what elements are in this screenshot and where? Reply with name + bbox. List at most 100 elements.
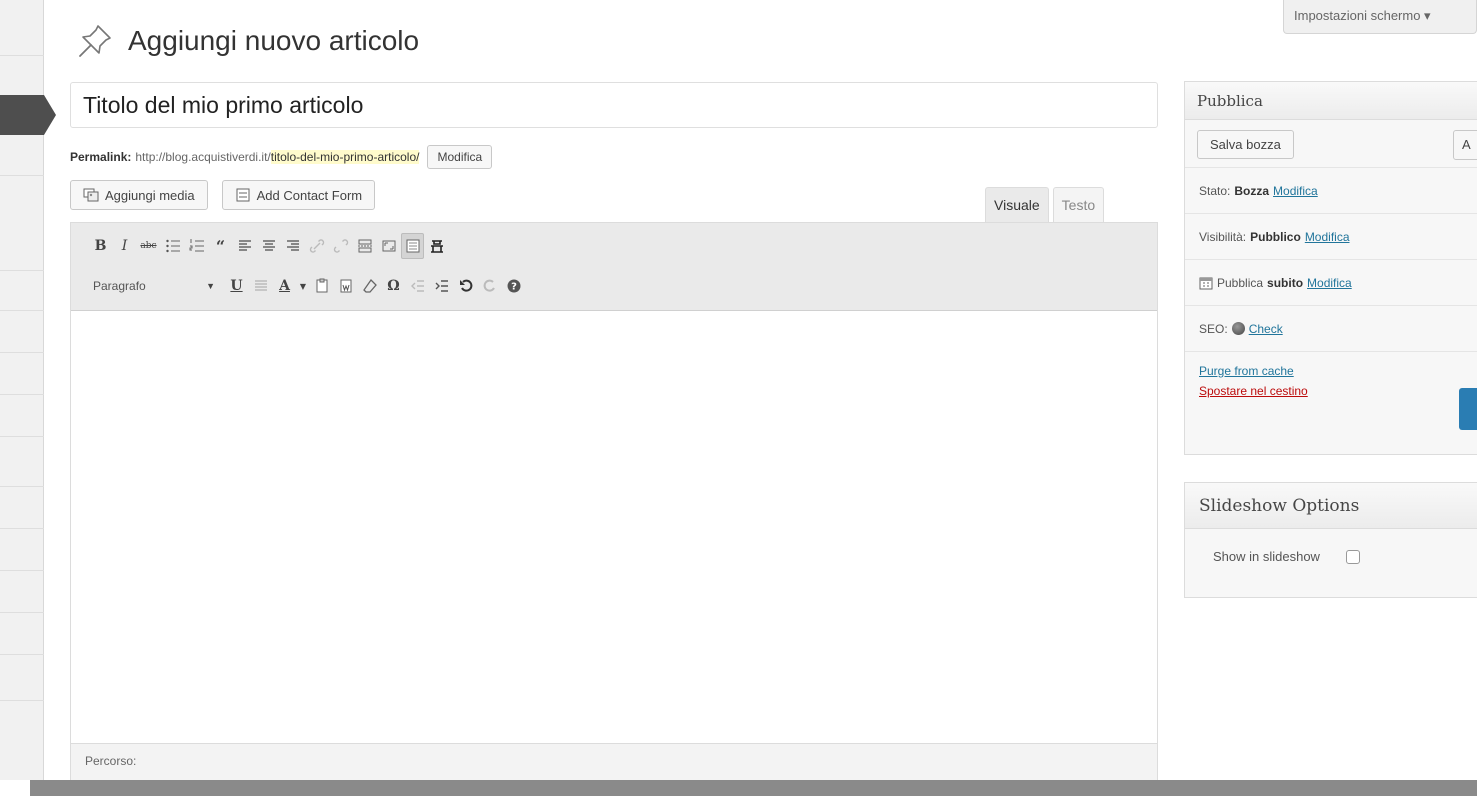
sidebar-divider (0, 55, 44, 56)
visibility-edit-link[interactable]: Modifica (1305, 230, 1350, 244)
sidebar-divider (0, 570, 44, 571)
toolbar-row-1: B I abc “ (89, 233, 449, 259)
publish-date-edit-link[interactable]: Modifica (1307, 276, 1352, 290)
sidebar-divider (0, 654, 44, 655)
publish-date-value: subito (1267, 275, 1304, 290)
paste-word-icon[interactable] (334, 273, 357, 299)
status-edit-link[interactable]: Modifica (1273, 184, 1318, 198)
indent-icon[interactable] (430, 273, 453, 299)
text-color-icon[interactable]: A (273, 273, 296, 299)
chevron-down-icon[interactable]: ▼ (297, 273, 309, 299)
visibility-value: Pubblico (1250, 229, 1301, 244)
post-title-input[interactable]: Titolo del mio primo articolo (70, 82, 1158, 128)
add-media-button[interactable]: Aggiungi media (70, 180, 208, 210)
editor-content-area[interactable] (71, 311, 1157, 743)
editor-tabs: Visuale Testo (985, 187, 1105, 223)
media-icon (83, 188, 99, 202)
redo-icon[interactable] (478, 273, 501, 299)
sidebar-divider (0, 352, 44, 353)
publish-box: Pubblica Salva bozza A Stato: Bozza Modi… (1184, 81, 1477, 455)
publish-date-row: Pubblica subito Modifica (1185, 260, 1477, 306)
preview-button[interactable]: A (1453, 130, 1477, 160)
contact-form-icon[interactable] (425, 233, 448, 259)
status-label: Stato: (1199, 183, 1231, 198)
move-to-trash-link[interactable]: Spostare nel cestino (1199, 384, 1463, 398)
numbered-list-icon[interactable] (185, 233, 208, 259)
slideshow-options-box: Slideshow Options Show in slideshow (1184, 482, 1477, 598)
seo-status-icon (1231, 322, 1245, 335)
kitchen-sink-icon[interactable] (401, 233, 424, 259)
publish-links: Purge from cache Spostare nel cestino (1185, 352, 1477, 442)
clear-formatting-icon[interactable] (358, 273, 381, 299)
media-buttons: Aggiungi media Add Contact Form (70, 180, 376, 210)
show-in-slideshow-row: Show in slideshow (1185, 529, 1477, 584)
sidebar-item-posts[interactable] (0, 95, 44, 135)
form-icon (236, 188, 250, 202)
visibility-row: Visibilità: Pubblico Modifica (1185, 214, 1477, 260)
sidebar-active-arrow (44, 95, 56, 135)
insert-link-icon[interactable] (305, 233, 328, 259)
publish-button[interactable] (1459, 388, 1477, 430)
bold-icon[interactable]: B (89, 233, 112, 259)
status-row: Stato: Bozza Modifica (1185, 168, 1477, 214)
permalink-row: Permalink: http://blog.acquistiverdi.it/… (70, 145, 493, 169)
bottom-bar (30, 780, 1477, 796)
seo-row: SEO: Check (1185, 306, 1477, 352)
pushpin-icon (79, 25, 111, 57)
undo-icon[interactable] (454, 273, 477, 299)
seo-label: SEO: (1199, 321, 1228, 336)
status-value: Bozza (1234, 183, 1270, 198)
publish-date-label: Pubblica (1217, 275, 1264, 290)
seo-check-link[interactable]: Check (1249, 322, 1283, 336)
publish-actions: Salva bozza A (1185, 120, 1477, 168)
align-right-icon[interactable] (281, 233, 304, 259)
format-select[interactable]: Paragrafo ▼ (89, 274, 219, 298)
add-contact-form-label: Add Contact Form (256, 187, 363, 203)
page-header: Aggiungi nuovo articolo (76, 22, 419, 60)
align-center-icon[interactable] (257, 233, 280, 259)
editor-path-bar: Percorso: (71, 743, 1157, 781)
permalink-edit-button[interactable]: Modifica (427, 145, 493, 169)
insert-more-icon[interactable] (353, 233, 376, 259)
permalink-label: Permalink: (70, 150, 132, 164)
tab-visual[interactable]: Visuale (985, 187, 1049, 223)
admin-sidebar (0, 0, 56, 780)
add-media-label: Aggiungi media (105, 187, 195, 203)
sidebar-divider (0, 310, 44, 311)
tab-text[interactable]: Testo (1052, 187, 1105, 223)
paste-text-icon[interactable] (310, 273, 333, 299)
unlink-icon[interactable] (329, 233, 352, 259)
sidebar-divider (0, 612, 44, 613)
underline-icon[interactable]: U (225, 273, 248, 299)
outdent-icon[interactable] (406, 273, 429, 299)
visibility-label: Visibilità: (1199, 229, 1247, 244)
publish-box-title: Pubblica (1185, 82, 1477, 120)
align-left-icon[interactable] (233, 233, 256, 259)
sidebar-divider (0, 528, 44, 529)
toolbar-row-2: Paragrafo ▼ U A ▼ Ω ? (89, 273, 526, 299)
save-draft-button[interactable]: Salva bozza (1197, 130, 1294, 159)
purge-cache-link[interactable]: Purge from cache (1199, 364, 1463, 378)
blockquote-icon[interactable]: “ (209, 233, 232, 259)
screen-options-button[interactable]: Impostazioni schermo ▾ (1283, 0, 1477, 34)
justify-icon[interactable] (249, 273, 272, 299)
show-in-slideshow-checkbox[interactable] (1345, 549, 1360, 564)
calendar-icon (1199, 277, 1213, 289)
strikethrough-icon[interactable]: abc (137, 233, 160, 259)
bullet-list-icon[interactable] (161, 233, 184, 259)
post-editor: B I abc “ Paragrafo ▼ U A ▼ Ω ? Percorso… (70, 222, 1158, 781)
sidebar-divider (0, 394, 44, 395)
help-icon[interactable]: ? (502, 273, 525, 299)
fullscreen-icon[interactable] (377, 233, 400, 259)
special-char-icon[interactable]: Ω (382, 273, 405, 299)
sidebar-divider (0, 270, 44, 271)
sidebar-divider (0, 700, 44, 701)
path-label: Percorso: (85, 754, 137, 768)
italic-icon[interactable]: I (113, 233, 136, 259)
format-select-value: Paragrafo (93, 279, 146, 293)
sidebar-divider (0, 436, 44, 437)
permalink-slug[interactable]: titolo-del-mio-primo-articolo/ (270, 150, 420, 164)
add-contact-form-button[interactable]: Add Contact Form (221, 180, 376, 210)
svg-text:?: ? (511, 282, 517, 293)
page-title: Aggiungi nuovo articolo (128, 25, 420, 56)
